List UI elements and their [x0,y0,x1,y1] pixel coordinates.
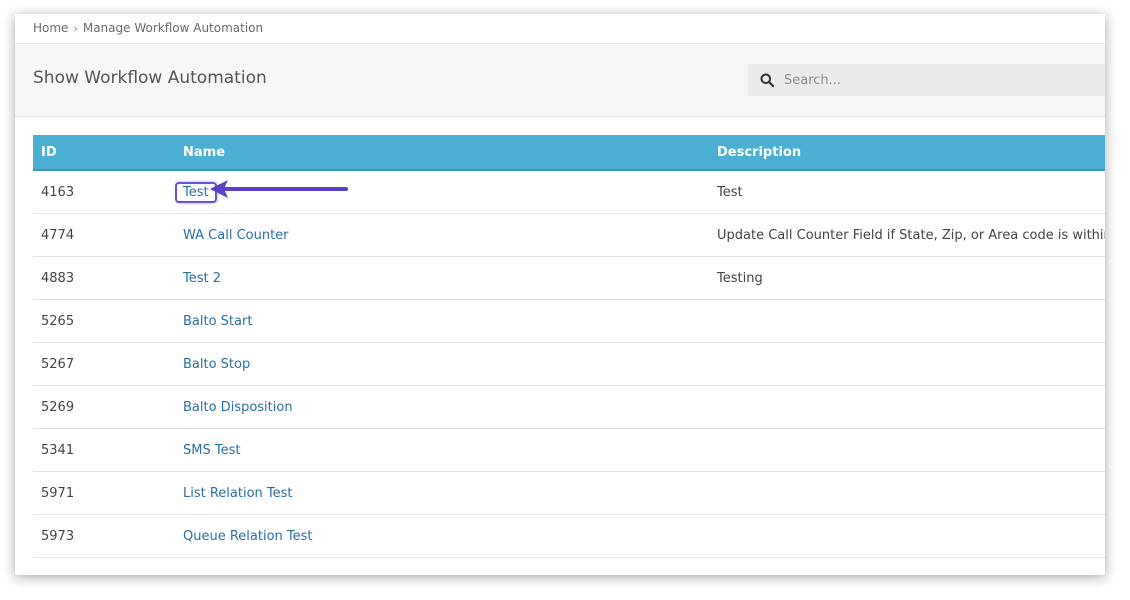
row-id: 5267 [33,342,175,386]
workflow-table-container: ID Name Description 4163 Test Test 4774 … [33,135,1105,558]
breadcrumb-bar: Home › Manage Workflow Automation [15,14,1105,44]
arrow-left-icon [210,180,348,198]
breadcrumb-separator: › [73,21,78,35]
table-row: 5265 Balto Start [33,299,1105,343]
workflow-name-link[interactable]: Test 2 [183,271,221,286]
workflow-name-link[interactable]: WA Call Counter [183,228,289,243]
workflow-table: ID Name Description 4163 Test Test 4774 … [33,135,1105,558]
workflow-name-link[interactable]: Balto Disposition [183,400,293,415]
search-icon [760,73,774,87]
row-name-cell: Test 2 [175,256,709,300]
row-name-cell: Balto Start [175,299,709,343]
workflow-name-link[interactable]: Balto Start [183,314,252,329]
column-header-id[interactable]: ID [33,135,175,171]
breadcrumb-home-link[interactable]: Home [33,21,68,35]
table-row: 4774 WA Call Counter Update Call Counter… [33,213,1105,257]
row-id: 5265 [33,299,175,343]
breadcrumb-current: Manage Workflow Automation [82,21,264,35]
row-name-cell: List Relation Test [175,471,709,515]
breadcrumb: Home › Manage Workflow Automation [33,21,263,35]
row-description [709,428,1105,472]
workflow-name-link[interactable]: SMS Test [183,443,240,458]
search-box[interactable] [748,64,1105,96]
workflow-name-link[interactable]: Balto Stop [183,357,250,372]
app-window: Home › Manage Workflow Automation Show W… [15,14,1105,575]
table-row: 4163 Test Test [33,170,1105,214]
row-name-cell: WA Call Counter [175,213,709,257]
table-row: 5341 SMS Test [33,428,1105,472]
row-id: 4774 [33,213,175,257]
row-id: 5341 [33,428,175,472]
row-id: 5971 [33,471,175,515]
row-description [709,342,1105,386]
page-header: Show Workflow Automation [15,44,1105,117]
search-input[interactable] [784,64,1094,96]
row-description [709,471,1105,515]
table-header-row: ID Name Description [33,135,1105,171]
column-header-description[interactable]: Description [709,135,1105,171]
row-description: Update Call Counter Field if State, Zip,… [709,213,1105,257]
workflow-name-link[interactable]: List Relation Test [183,486,293,501]
workflow-name-link[interactable]: Queue Relation Test [183,529,313,544]
column-header-name[interactable]: Name [175,135,709,171]
workflow-name-link[interactable]: Test [183,185,209,200]
row-description: Testing [709,256,1105,300]
row-name-cell: Queue Relation Test [175,514,709,558]
row-id: 5269 [33,385,175,429]
row-name-cell: Balto Disposition [175,385,709,429]
table-row: 5269 Balto Disposition [33,385,1105,429]
row-description [709,385,1105,429]
row-name-cell: Balto Stop [175,342,709,386]
row-id: 5973 [33,514,175,558]
table-row: 4883 Test 2 Testing [33,256,1105,300]
row-description: Test [709,170,1105,214]
row-id: 4883 [33,256,175,300]
row-description [709,514,1105,558]
row-id: 4163 [33,170,175,214]
table-row: 5973 Queue Relation Test [33,514,1105,558]
page-title: Show Workflow Automation [33,68,267,88]
row-description [709,299,1105,343]
table-row: 5267 Balto Stop [33,342,1105,386]
row-name-cell: SMS Test [175,428,709,472]
table-row: 5971 List Relation Test [33,471,1105,515]
